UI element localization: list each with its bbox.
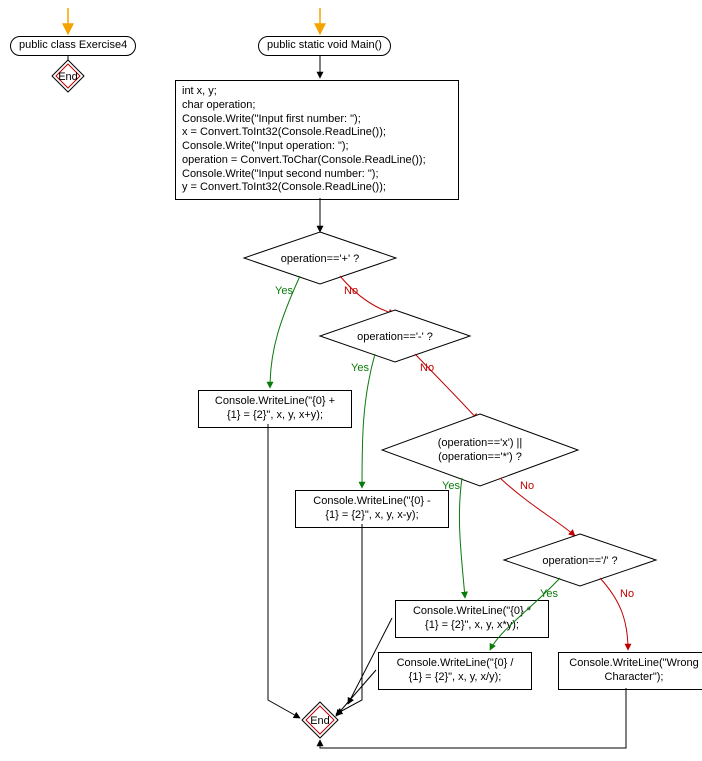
label-yes: Yes bbox=[540, 588, 558, 600]
svg-text:(operation=='x') ||: (operation=='x') || bbox=[438, 437, 523, 449]
end-node-left: End bbox=[52, 60, 84, 92]
end-label: End bbox=[58, 71, 78, 83]
class-declaration: public class Exercise4 bbox=[10, 36, 136, 56]
init-block: int x, y; char operation; Console.Write(… bbox=[175, 80, 459, 200]
label-no: No bbox=[420, 362, 434, 374]
svg-text:operation=='+' ?: operation=='+' ? bbox=[281, 253, 360, 265]
decision-mul: (operation=='x') || (operation=='*') ? bbox=[382, 414, 578, 486]
svg-text:(operation=='*') ?: (operation=='*') ? bbox=[438, 451, 522, 463]
writeline-minus: Console.WriteLine("{0} - {1} = {2}", x, … bbox=[295, 490, 449, 528]
decision-div: operation=='/' ? bbox=[504, 534, 656, 586]
label-no: No bbox=[520, 480, 534, 492]
end-node-right: End bbox=[302, 702, 338, 738]
writeline-wrong: Console.WriteLine("Wrong Character"); bbox=[558, 652, 702, 690]
label-no: No bbox=[344, 285, 358, 297]
writeline-div: Console.WriteLine("{0} / {1} = {2}", x, … bbox=[378, 652, 532, 690]
label-yes: Yes bbox=[442, 480, 460, 492]
label-yes: Yes bbox=[351, 362, 369, 374]
writeline-plus: Console.WriteLine("{0} + {1} = {2}", x, … bbox=[198, 390, 352, 428]
writeline-mul: Console.WriteLine("{0} * {1} = {2}", x, … bbox=[395, 600, 549, 638]
decision-minus: operation=='-' ? bbox=[320, 310, 470, 362]
svg-text:operation=='-' ?: operation=='-' ? bbox=[357, 331, 433, 343]
label-no: No bbox=[620, 588, 634, 600]
main-method: public static void Main() bbox=[258, 36, 391, 56]
svg-text:operation=='/' ?: operation=='/' ? bbox=[542, 555, 617, 567]
svg-text:End: End bbox=[310, 715, 330, 727]
label-yes: Yes bbox=[275, 285, 293, 297]
decision-plus: operation=='+' ? bbox=[244, 232, 396, 284]
